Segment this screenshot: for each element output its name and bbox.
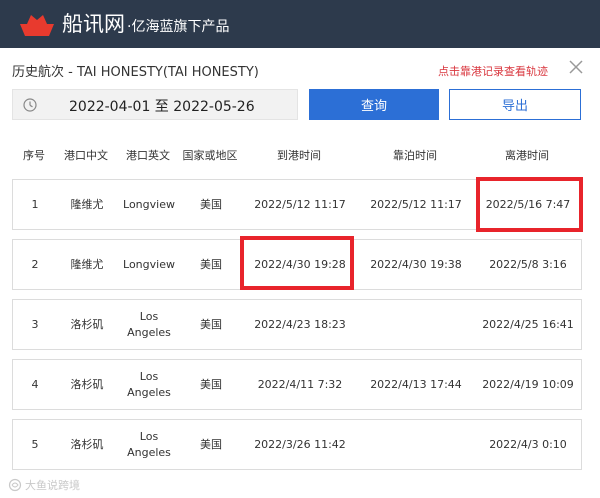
watermark-text: 大鱼说跨境 (25, 479, 80, 492)
row-berth-time (361, 300, 471, 349)
watermark-logo-icon (8, 478, 22, 492)
table-row[interactable]: 4 洛杉矶 Los Angeles 美国 2022/4/11 7:32 2022… (12, 359, 582, 410)
row-country: 美国 (200, 197, 222, 211)
date-range-value: 2022-04-01 至 2022-05-26 (69, 99, 255, 115)
table-row[interactable]: 3 洛杉矶 Los Angeles 美国 2022/4/23 18:23 202… (12, 299, 582, 350)
row-country: 美国 (200, 437, 222, 451)
row-no: 4 (31, 377, 39, 391)
row-arrive-time: 2022/4/11 7:32 (257, 377, 343, 391)
ship-logo-icon (20, 15, 54, 36)
row-port-cn: 隆维尤 (70, 257, 104, 271)
row-no: 5 (31, 437, 39, 451)
clock-icon (23, 98, 37, 112)
row-depart-time: 2022/4/25 16:41 (482, 317, 574, 331)
col-header-port-cn: 港口中文 (64, 149, 108, 162)
watermark: 大鱼说跨境 (8, 477, 80, 493)
row-berth-time (361, 420, 471, 469)
row-port-en: Longview (123, 257, 175, 271)
col-header-berth: 靠泊时间 (393, 149, 437, 162)
export-button[interactable]: 导出 (449, 89, 581, 120)
row-port-en: Longview (123, 197, 175, 211)
col-header-depart: 离港时间 (505, 149, 549, 162)
col-header-port-en: 港口英文 (126, 149, 170, 162)
row-berth-time: 2022/4/30 19:38 (370, 257, 462, 271)
row-port-en: Los Angeles (127, 429, 171, 459)
query-button[interactable]: 查询 (309, 89, 439, 120)
row-arrive-time: 2022/3/26 11:42 (254, 437, 346, 451)
row-berth-time: 2022/5/12 11:17 (370, 197, 462, 211)
row-arrive-time: 2022/5/12 11:17 (254, 197, 346, 211)
col-header-arrive: 到港时间 (277, 149, 321, 162)
brand-name: 船讯网 ·亿海蓝旗下产品 (62, 11, 229, 40)
table-row[interactable]: 2 隆维尤 Longview 美国 2022/4/30 19:28 2022/4… (12, 239, 582, 290)
panel-titlebar: 历史航次 - TAI HONESTY(TAI HONESTY) 点击靠港记录查看… (0, 48, 600, 90)
date-range-picker[interactable]: 2022-04-01 至 2022-05-26 (12, 89, 298, 120)
col-header-country: 国家或地区 (182, 149, 238, 162)
app-header: 船讯网 ·亿海蓝旗下产品 (0, 0, 600, 48)
panel-title: 历史航次 - TAI HONESTY(TAI HONESTY) (12, 65, 259, 80)
close-icon[interactable] (567, 58, 585, 76)
row-arrive-time: 2022/4/23 18:23 (254, 317, 346, 331)
row-port-en: Los Angeles (127, 309, 171, 339)
row-depart-time: 2022/4/19 10:09 (482, 377, 574, 391)
row-country: 美国 (200, 257, 222, 271)
row-berth-time: 2022/4/13 17:44 (370, 377, 462, 391)
row-country: 美国 (200, 317, 222, 331)
row-no: 2 (31, 257, 39, 271)
track-hint-link[interactable]: 点击靠港记录查看轨迹 (438, 63, 548, 79)
row-port-en: Los Angeles (127, 369, 171, 399)
row-depart-time: 2022/5/8 3:16 (489, 257, 567, 271)
row-port-cn: 隆维尤 (70, 197, 104, 211)
row-no: 3 (31, 317, 39, 331)
table-row[interactable]: 5 洛杉矶 Los Angeles 美国 2022/3/26 11:42 202… (12, 419, 582, 470)
row-port-cn: 洛杉矶 (70, 317, 104, 331)
row-depart-time: 2022/5/16 7:47 (485, 197, 571, 211)
brand-title: 船讯网 (62, 12, 125, 36)
row-arrive-time: 2022/4/30 19:28 (254, 257, 346, 271)
brand-tagline: ·亿海蓝旗下产品 (127, 19, 230, 35)
row-depart-time: 2022/4/3 0:10 (489, 437, 567, 451)
row-no: 1 (31, 197, 39, 211)
row-country: 美国 (200, 377, 222, 391)
row-port-cn: 洛杉矶 (70, 377, 104, 391)
table-header: 序号 港口中文 港口英文 国家或地区 到港时间 靠泊时间 离港时间 (12, 141, 582, 169)
col-header-no: 序号 (23, 149, 45, 162)
table-row[interactable]: 1 隆维尤 Longview 美国 2022/5/12 11:17 2022/5… (12, 179, 582, 230)
row-port-cn: 洛杉矶 (70, 437, 104, 451)
